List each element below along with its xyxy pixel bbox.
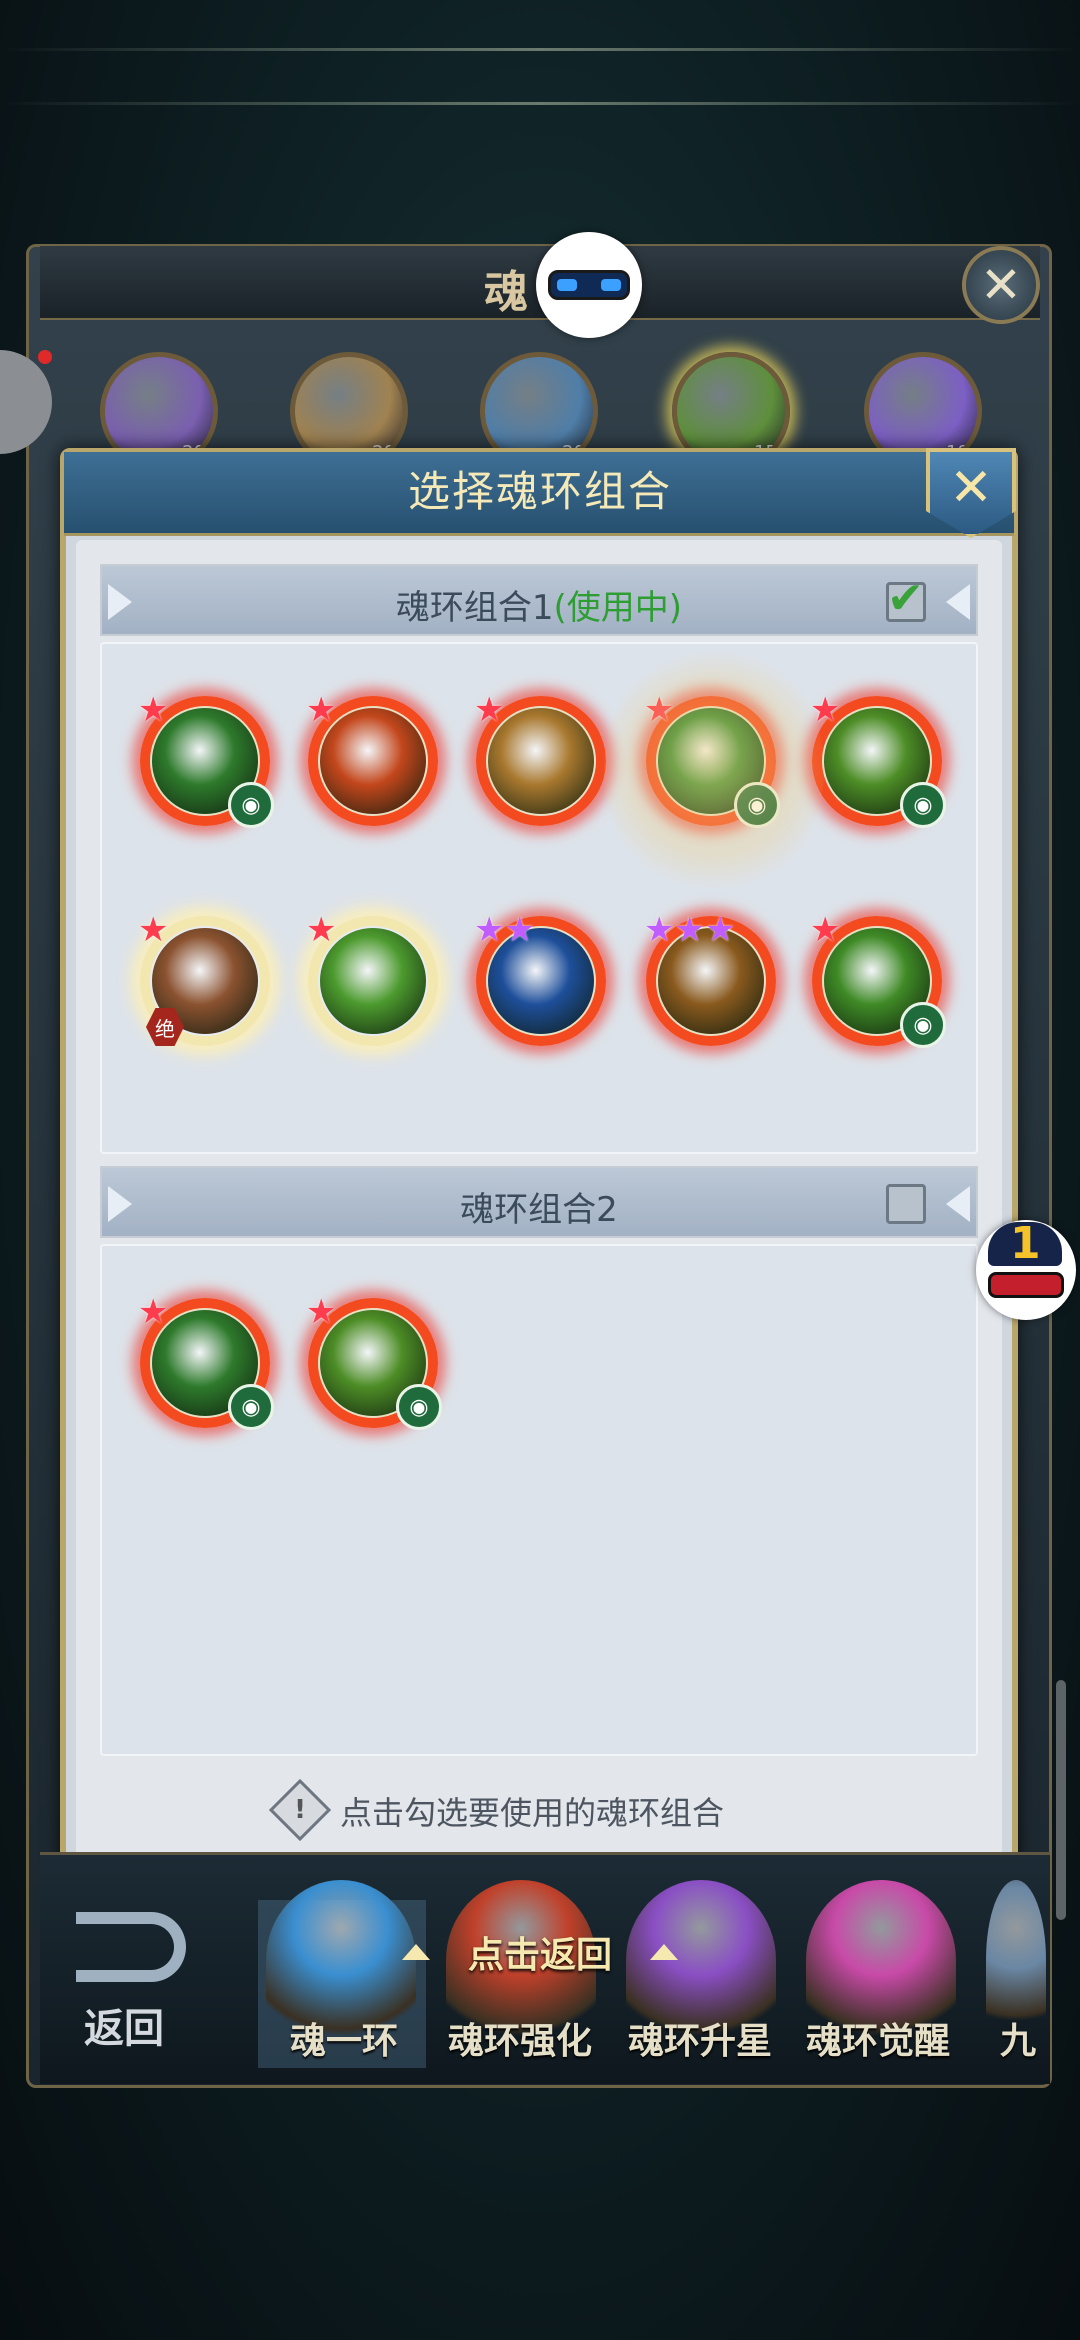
scrollbar[interactable]: [1056, 1680, 1066, 1920]
check-icon: ✔: [887, 573, 924, 624]
window-close-button[interactable]: ✕: [962, 246, 1040, 324]
star-rating-icon: ★: [306, 1292, 337, 1332]
glasses-icon: [988, 1272, 1064, 1298]
top-decoration-line: [0, 102, 1080, 105]
back-button[interactable]: 返回: [84, 1996, 164, 2054]
star-rating-icon: ★: [306, 690, 337, 730]
goggles-icon: [548, 270, 630, 300]
nav-item-label[interactable]: 魂一环: [290, 2012, 398, 2064]
star-rating-icon: ★★: [474, 910, 535, 950]
nav-item-label[interactable]: 魂环强化: [448, 2012, 592, 2064]
star-rating-icon: ★★★: [644, 910, 736, 950]
star-rating-icon: ★: [138, 1292, 169, 1332]
ring-combo-1-header[interactable]: 魂环组合1(使用中) ✔: [100, 564, 978, 636]
green-thorn-ring-icon[interactable]: ★ ◉: [138, 690, 274, 828]
tap-to-return-hint: 点击返回: [467, 1935, 612, 1976]
ring-type-badge-icon: ◉: [228, 1384, 274, 1430]
brown-beast-ring-icon[interactable]: ★ 绝: [138, 910, 270, 1046]
dialog-hint-text: 点击勾选要使用的魂环组合: [340, 1794, 725, 1832]
blue-trident-ring-icon[interactable]: ★★: [474, 910, 606, 1046]
ring-combo-2-rings: ★ ◉ ★ ◉: [100, 1244, 978, 1756]
ring-combo-2-name: 魂环组合2: [460, 1190, 618, 1230]
star-rating-icon: ★: [138, 690, 169, 730]
ring-type-badge-icon: ◉: [900, 1002, 946, 1048]
ring-combo-2-checkbox[interactable]: [886, 1184, 926, 1224]
nav-item-label[interactable]: 魂环觉醒: [806, 2012, 950, 2064]
ring-type-badge-icon: ◉: [900, 782, 946, 828]
ring-type-badge-icon: ◉: [228, 782, 274, 828]
ring-combo-1-status: (使用中): [553, 588, 683, 628]
floating-assistant-button[interactable]: [536, 232, 642, 338]
dialog-title: 选择魂环组合: [407, 467, 672, 516]
green-thorn-ring-icon[interactable]: ★ ◉: [138, 1292, 274, 1430]
green-leaf-ring-icon[interactable]: ★: [306, 910, 438, 1046]
back-arrow-icon[interactable]: [76, 1912, 186, 1982]
golden-face-ring-icon[interactable]: ★★★: [644, 910, 776, 1046]
star-rating-icon: ★: [138, 910, 169, 950]
ring-combo-1-rings: ★◉★★★◉★◉★绝★★★★★★★◉: [100, 642, 978, 1154]
ring-glow-effect: [604, 640, 824, 900]
star-rating-icon: ★: [474, 690, 505, 730]
notification-dot: [38, 350, 52, 364]
event-count-badge: 1: [1010, 1218, 1041, 1269]
ring-type-badge-icon: ◉: [396, 1384, 442, 1430]
soul-ring-window-title: 魂: [484, 267, 528, 318]
golden-warrior-ring-icon[interactable]: ★: [474, 690, 606, 826]
nav-item-label[interactable]: 九: [1000, 2012, 1040, 2064]
ring-combo-2-title: 魂环组合2: [102, 1182, 976, 1231]
star-rating-icon: ★: [306, 910, 337, 950]
green-horn-ring-icon[interactable]: ★ ◉: [810, 910, 946, 1048]
ring-combo-1-title: 魂环组合1(使用中): [102, 580, 976, 629]
star-rating-icon: ★: [810, 910, 841, 950]
chevron-right-icon: [946, 1186, 970, 1222]
green-skull-ring-icon[interactable]: ★ ◉: [810, 690, 946, 828]
ring-combo-1-name: 魂环组合1: [395, 588, 554, 628]
ring-combo-1-checkbox[interactable]: ✔: [886, 573, 926, 624]
hint-arrow-icon: [650, 1944, 678, 1960]
green-skull-ring-icon[interactable]: ★ ◉: [306, 1292, 442, 1430]
chevron-right-icon: [946, 584, 970, 620]
top-decoration-line: [0, 48, 1080, 51]
nav-item-label[interactable]: 魂环升星: [628, 2012, 772, 2064]
floating-event-button[interactable]: 1: [976, 1218, 1076, 1320]
fire-ring-icon[interactable]: ★: [306, 690, 438, 826]
ring-combo-2-header[interactable]: 魂环组合2: [100, 1166, 978, 1238]
